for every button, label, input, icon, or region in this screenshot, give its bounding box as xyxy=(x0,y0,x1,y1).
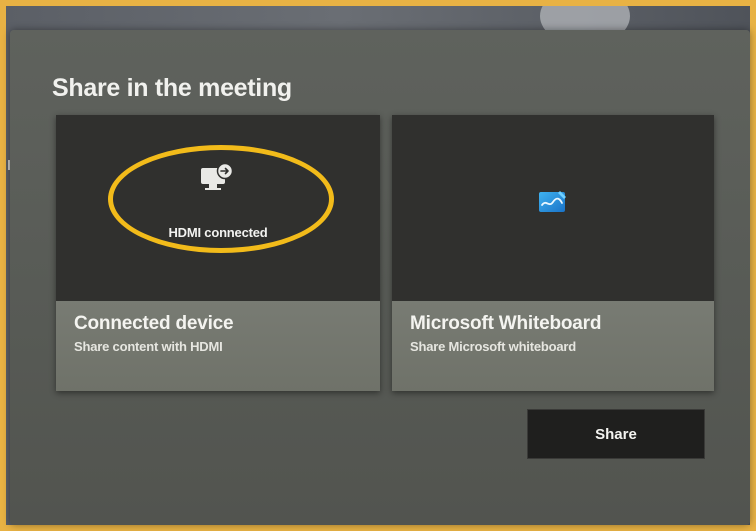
card-footer: Connected device Share content with HDMI xyxy=(56,301,380,391)
card-subtitle: Share content with HDMI xyxy=(74,339,223,354)
share-dialog: Share in the meeting HDMI connected Conn… xyxy=(10,30,750,525)
dialog-title: Share in the meeting xyxy=(52,74,292,102)
card-preview: HDMI connected xyxy=(56,115,380,301)
whiteboard-icon xyxy=(539,191,566,212)
card-title: Connected device xyxy=(74,313,234,334)
microsoft-whiteboard-card[interactable]: Microsoft Whiteboard Share Microsoft whi… xyxy=(392,115,714,391)
card-title: Microsoft Whiteboard xyxy=(410,313,602,334)
card-preview xyxy=(392,115,714,301)
card-footer: Microsoft Whiteboard Share Microsoft whi… xyxy=(392,301,714,391)
connected-device-card[interactable]: HDMI connected Connected device Share co… xyxy=(56,115,380,391)
highlight-circle xyxy=(108,145,334,253)
share-button[interactable]: Share xyxy=(527,409,705,459)
card-subtitle: Share Microsoft whiteboard xyxy=(410,339,576,354)
